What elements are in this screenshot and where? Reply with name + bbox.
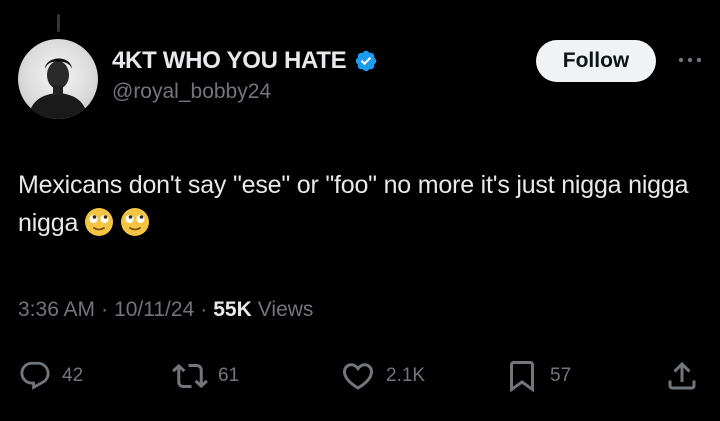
like-button[interactable]: 2.1K (340, 358, 425, 394)
author-display-name[interactable]: 4KT WHO YOU HATE (112, 47, 347, 75)
share-icon (668, 361, 696, 390)
tweet-actions: 42 61 2.1K 57 (0, 358, 720, 394)
tweet-date[interactable]: 10/11/24 (114, 298, 194, 322)
rolling-eyes-face-emoji-icon (121, 208, 150, 236)
meta-separator: · (101, 298, 109, 321)
share-button[interactable] (664, 358, 700, 394)
tweet-emojis (84, 207, 150, 237)
bookmark-button[interactable]: 57 (504, 358, 571, 394)
rolling-eyes-face-emoji-icon (85, 208, 114, 236)
bookmark-icon (510, 361, 534, 393)
heart-icon (342, 363, 374, 390)
bookmark-count: 57 (550, 365, 572, 386)
tweet-text: Mexicans don't say "ese" or "foo" no mor… (18, 166, 698, 242)
views-label: Views (257, 298, 314, 321)
thread-connector-line (57, 14, 60, 32)
verified-badge-icon (356, 50, 377, 72)
author-name-row: 4KT WHO YOU HATE (112, 46, 378, 76)
like-count: 2.1K (386, 365, 426, 386)
repost-icon (172, 363, 208, 389)
reply-count: 42 (62, 365, 84, 386)
author-handle[interactable]: @royal_bobby24 (112, 80, 271, 104)
follow-button[interactable]: Follow (536, 40, 656, 82)
repost-button[interactable]: 61 (172, 358, 239, 394)
views-count: 55K (213, 298, 252, 321)
reply-icon (20, 361, 50, 390)
more-options-icon[interactable] (672, 50, 708, 70)
avatar-image (28, 58, 88, 119)
meta-separator: · (200, 298, 208, 321)
avatar[interactable] (18, 39, 98, 119)
reply-button[interactable]: 42 (18, 358, 83, 394)
tweet-meta: 3:36 AM · 10/11/24 · 55K Views (18, 298, 313, 322)
tweet-time[interactable]: 3:36 AM (18, 298, 95, 322)
repost-count: 61 (218, 365, 240, 386)
